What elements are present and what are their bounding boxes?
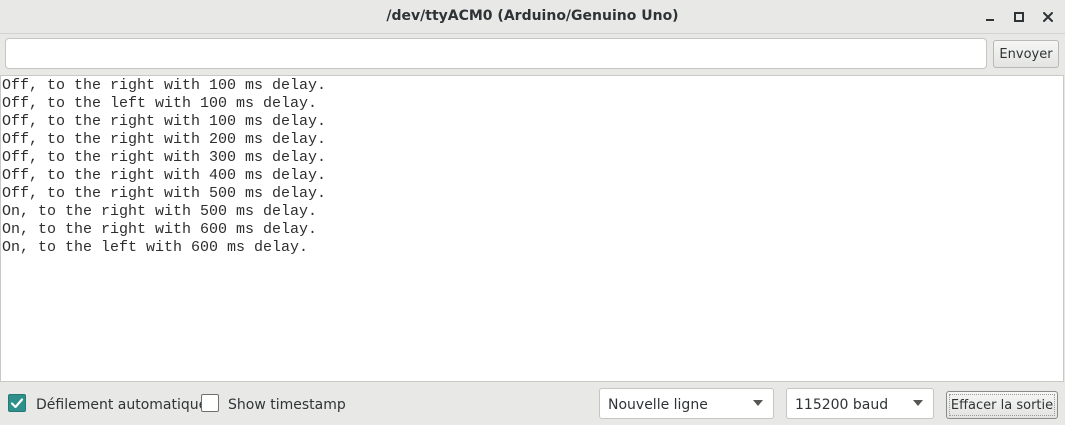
close-button[interactable]	[1038, 7, 1058, 27]
chevron-down-icon	[913, 400, 923, 406]
window-title: /dev/ttyACM0 (Arduino/Genuino Uno)	[386, 8, 679, 24]
autoscroll-label[interactable]: Défilement automatique	[36, 397, 207, 413]
serial-monitor-window: /dev/ttyACM0 (Arduino/Genuino Uno) Envoy…	[0, 0, 1065, 425]
status-bar: Défilement automatique Show timestamp No…	[0, 383, 1065, 425]
serial-output[interactable]: Off, to the right with 100 ms delay. Off,…	[0, 75, 1064, 382]
output-line: Off, to the right with 200 ms delay.	[2, 131, 327, 148]
timestamp-checkbox[interactable]	[201, 394, 219, 412]
chevron-down-icon	[753, 400, 763, 406]
line-ending-select[interactable]: Nouvelle ligne	[599, 388, 774, 419]
close-icon	[1043, 12, 1053, 22]
baud-rate-select[interactable]: 115200 baud	[786, 388, 934, 419]
autoscroll-checkbox[interactable]	[8, 394, 26, 412]
output-line: Off, to the left with 100 ms delay.	[2, 95, 318, 112]
line-ending-value: Nouvelle ligne	[608, 397, 708, 413]
minimize-button[interactable]	[980, 7, 1000, 27]
minimize-icon	[986, 19, 994, 21]
send-button[interactable]: Envoyer	[993, 40, 1059, 68]
output-line: On, to the left with 600 ms delay.	[2, 239, 309, 256]
output-line: Off, to the right with 100 ms delay.	[2, 113, 327, 130]
send-row: Envoyer	[0, 34, 1065, 74]
send-input[interactable]	[5, 38, 987, 69]
output-line: Off, to the right with 500 ms delay.	[2, 185, 327, 202]
output-line: On, to the right with 600 ms delay.	[2, 221, 318, 238]
clear-output-button[interactable]: Effacer la sortie	[946, 391, 1058, 419]
output-line: Off, to the right with 300 ms delay.	[2, 149, 327, 166]
checkmark-icon	[10, 398, 24, 409]
maximize-icon	[1014, 12, 1024, 22]
output-line: On, to the right with 500 ms delay.	[2, 203, 318, 220]
output-line: Off, to the right with 100 ms delay.	[2, 77, 327, 94]
timestamp-label[interactable]: Show timestamp	[228, 397, 346, 413]
output-line: Off, to the right with 400 ms delay.	[2, 167, 327, 184]
title-bar[interactable]: /dev/ttyACM0 (Arduino/Genuino Uno)	[0, 0, 1065, 34]
maximize-button[interactable]	[1009, 7, 1029, 27]
baud-rate-value: 115200 baud	[795, 397, 889, 413]
